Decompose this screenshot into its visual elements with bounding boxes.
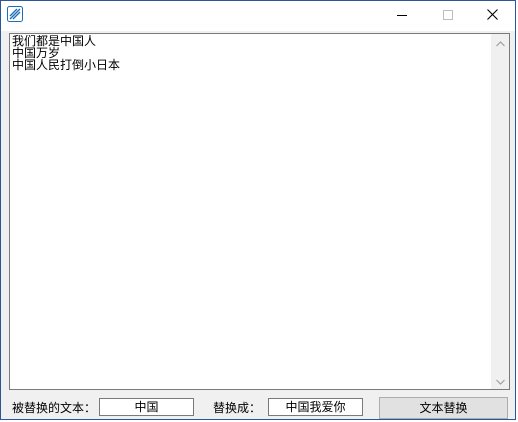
app-icon: [7, 6, 23, 22]
scroll-up-button[interactable]: [492, 34, 509, 51]
scroll-down-arrow-icon: [496, 374, 505, 388]
replace-with-input[interactable]: 中国我爱你: [268, 398, 363, 416]
find-text-input[interactable]: 中国: [99, 398, 194, 416]
find-text-label: 被替换的文本：: [12, 401, 97, 415]
minimize-icon: [397, 9, 407, 23]
editor-line: 我们都是中国人: [12, 35, 97, 48]
vertical-scrollbar[interactable]: [491, 34, 509, 389]
title-bar[interactable]: [1, 1, 515, 31]
close-icon: [486, 8, 498, 23]
minimize-button[interactable]: [379, 1, 425, 30]
replace-with-label: 替换成：: [213, 401, 262, 415]
replace-text-button[interactable]: 文本替换: [379, 397, 508, 419]
main-window: 我们都是中国人 中国万岁 中国人民打倒小日本 被替换的文本： 中国 替换成： 中国我…: [0, 0, 516, 420]
text-editor-content[interactable]: 我们都是中国人 中国万岁 中国人民打倒小日本: [12, 35, 490, 387]
editor-line: 中国人民打倒小日本: [12, 58, 121, 72]
close-button[interactable]: [469, 1, 515, 30]
scroll-up-arrow-icon: [496, 36, 505, 50]
scroll-down-button[interactable]: [492, 372, 509, 389]
text-editor[interactable]: 我们都是中国人 中国万岁 中国人民打倒小日本: [9, 33, 510, 390]
maximize-icon: [443, 9, 453, 23]
maximize-button[interactable]: [425, 1, 471, 30]
